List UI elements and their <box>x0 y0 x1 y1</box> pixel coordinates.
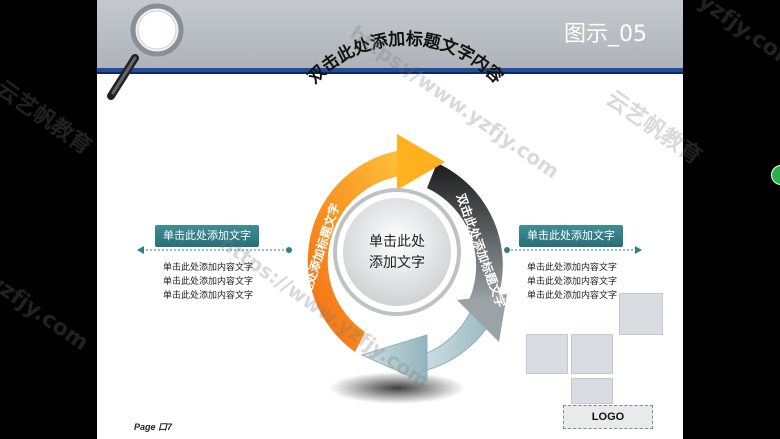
left-text-block[interactable]: 单击此处添加内容文字 单击此处添加内容文字 单击此处添加内容文字 <box>163 261 253 303</box>
center-text[interactable]: 单击此处 添加文字 <box>352 232 442 274</box>
slide: 图示_05 双击此处添加标题文字内容 双击此处添加标题文字 双击此处添加标题文字… <box>97 0 683 439</box>
left-text-line: 单击此处添加内容文字 <box>163 263 254 273</box>
right-text-block[interactable]: 单击此处添加内容文字 单击此处添加内容文字 单击此处添加内容文字 <box>527 261 617 303</box>
square <box>526 334 568 374</box>
left-text-line: 单击此处添加内容文字 <box>163 291 254 301</box>
left-connector-arrow <box>137 246 144 254</box>
page-number: Page 口7 <box>134 422 173 432</box>
right-connector-arrow <box>635 246 642 254</box>
watermark: yzfjy.com <box>0 268 93 357</box>
logo-placeholder: LOGO <box>563 405 653 429</box>
right-label[interactable]: 单击此处添加文字 <box>519 225 623 247</box>
right-connector-dot <box>504 247 510 253</box>
left-connector-dot <box>286 247 292 253</box>
left-text-line: 单击此处添加内容文字 <box>163 277 254 287</box>
side-badge-icon[interactable] <box>771 165 780 185</box>
right-text-line: 单击此处添加内容文字 <box>527 277 618 287</box>
square <box>571 334 613 374</box>
square <box>571 378 613 404</box>
center-text-line2: 添加文字 <box>369 255 425 271</box>
square <box>619 293 663 335</box>
right-text-line: 单击此处添加内容文字 <box>527 291 618 301</box>
left-label[interactable]: 单击此处添加文字 <box>155 225 259 247</box>
right-text-line: 单击此处添加内容文字 <box>527 263 618 273</box>
center-text-line1: 单击此处 <box>369 234 425 250</box>
watermark: yzfjy.com <box>693 0 780 77</box>
ring-shadow <box>329 372 465 404</box>
diagram-heading: 双击此处添加标题文字内容 <box>304 28 507 87</box>
watermark: 云艺帆教育 <box>0 76 96 160</box>
